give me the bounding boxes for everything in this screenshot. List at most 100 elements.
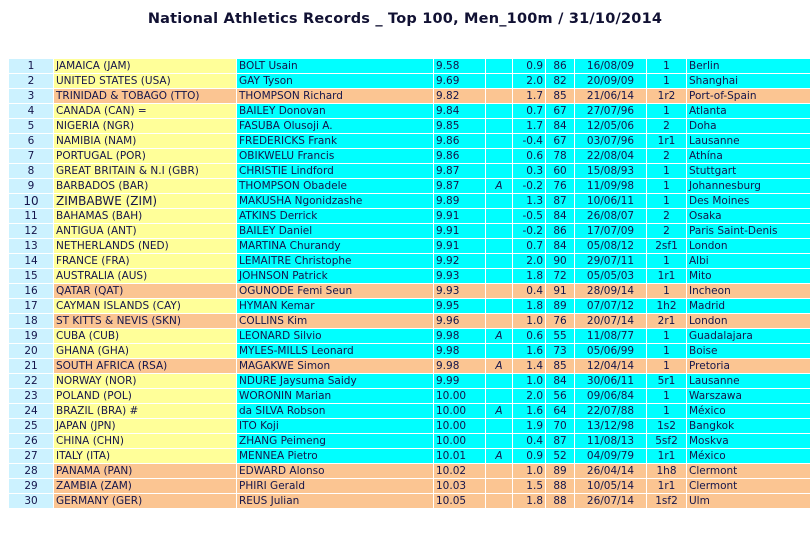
rank-cell: 18: [9, 314, 53, 328]
table-row[interactable]: 27 ITALY (ITA) MENNEA Pietro 10.01 A 0.9 52 04/…: [9, 449, 810, 463]
time-cell: 9.69: [434, 74, 485, 88]
table-row[interactable]: 25 JAPAN (JPN) ITO Koji 10.00 1.9 70 13/12/98 1…: [9, 419, 810, 433]
wind-cell: -0.5: [513, 209, 545, 223]
table-row[interactable]: 1 JAMAICA (JAM) BOLT Usain 9.58 0.9 86 16/08/0…: [9, 59, 810, 73]
athlete-cell: GAY Tyson: [237, 74, 433, 88]
table-row[interactable]: 11 BAHAMAS (BAH) ATKINS Derrick 9.91 -0.5 84 2…: [9, 209, 810, 223]
altitude-cell: [486, 119, 512, 133]
nation-cell: GHANA (GHA): [54, 344, 236, 358]
wind-cell: 0.4: [513, 284, 545, 298]
venue-cell: Moskva: [687, 434, 810, 448]
table-row[interactable]: 18 ST KITTS & NEVIS (SKN) COLLINS Kim 9.96 1…: [9, 314, 810, 328]
date-cell: 29/07/11: [575, 254, 646, 268]
rank-cell: 5: [9, 119, 53, 133]
venue-cell: Clermont: [687, 464, 810, 478]
altitude-cell: A: [486, 359, 512, 373]
rank-cell: 1: [9, 59, 53, 73]
table-row[interactable]: 29 ZAMBIA (ZAM) PHIRI Gerald 10.03 1.5 88 10/0…: [9, 479, 810, 493]
table-row[interactable]: 9 BARBADOS (BAR) THOMPSON Obadele 9.87 A -0.2…: [9, 179, 810, 193]
altitude-cell: [486, 89, 512, 103]
table-row[interactable]: 16 QATAR (QAT) OGUNODE Femi Seun 9.93 0.4 91 2…: [9, 284, 810, 298]
rank-cell: 25: [9, 419, 53, 433]
table-row[interactable]: 10 ZIMBABWE (ZIM) MAKUSHA Ngonidzashe 9.89 1…: [9, 194, 810, 208]
table-row[interactable]: 3 TRINIDAD & TOBAGO (TTO) THOMPSON Richard…: [9, 89, 810, 103]
time-cell: 9.87: [434, 164, 485, 178]
table-row[interactable]: 2 UNITED STATES (USA) GAY Tyson 9.69 2.0 82 20…: [9, 74, 810, 88]
table-row[interactable]: 8 GREAT BRITAIN & N.I (GBR) CHRISTIE Lindf…: [9, 164, 810, 178]
table-row[interactable]: 24 BRAZIL (BRA) # da SILVA Robson 10.00 A 1.6…: [9, 404, 810, 418]
rank-cell: 30: [9, 494, 53, 508]
table-row[interactable]: 23 POLAND (POL) WORONIN Marian 10.00 2.0 56 09…: [9, 389, 810, 403]
time-cell: 9.99: [434, 374, 485, 388]
born-year-cell: 73: [546, 344, 574, 358]
altitude-cell: A: [486, 329, 512, 343]
venue-cell: Osaka: [687, 209, 810, 223]
position-cell: 1r2: [647, 89, 686, 103]
venue-cell: Lausanne: [687, 374, 810, 388]
born-year-cell: 85: [546, 89, 574, 103]
table-row[interactable]: 7 PORTUGAL (POR) OBIKWELU Francis 9.86 0.6 78…: [9, 149, 810, 163]
table-row[interactable]: 20 GHANA (GHA) MYLES-MILLS Leonard 9.98 1.6 7…: [9, 344, 810, 358]
time-cell: 9.95: [434, 299, 485, 313]
date-cell: 07/07/12: [575, 299, 646, 313]
nation-cell: ZAMBIA (ZAM): [54, 479, 236, 493]
table-row[interactable]: 14 FRANCE (FRA) LEMAITRE Christophe 9.92 2.0…: [9, 254, 810, 268]
date-cell: 16/08/09: [575, 59, 646, 73]
time-cell: 10.00: [434, 404, 485, 418]
born-year-cell: 84: [546, 119, 574, 133]
altitude-cell: [486, 344, 512, 358]
date-cell: 17/07/09: [575, 224, 646, 238]
table-row[interactable]: 13 NETHERLANDS (NED) MARTINA Churandy 9.91 0…: [9, 239, 810, 253]
athlete-cell: NDURE Jaysuma Saidy: [237, 374, 433, 388]
rank-cell: 11: [9, 209, 53, 223]
table-row[interactable]: 19 CUBA (CUB) LEONARD Silvio 9.98 A 0.6 55 11/0…: [9, 329, 810, 343]
date-cell: 10/05/14: [575, 479, 646, 493]
table-row[interactable]: 26 CHINA (CHN) ZHANG Peimeng 10.00 0.4 87 11/0…: [9, 434, 810, 448]
time-cell: 9.98: [434, 344, 485, 358]
athlete-cell: MARTINA Churandy: [237, 239, 433, 253]
athlete-cell: COLLINS Kim: [237, 314, 433, 328]
venue-cell: Atlanta: [687, 104, 810, 118]
rank-cell: 8: [9, 164, 53, 178]
wind-cell: 1.8: [513, 299, 545, 313]
table-row[interactable]: 21 SOUTH AFRICA (RSA) MAGAKWE Simon 9.98 A 1.…: [9, 359, 810, 373]
venue-cell: Port-of-Spain: [687, 89, 810, 103]
venue-cell: Clermont: [687, 479, 810, 493]
wind-cell: 0.4: [513, 434, 545, 448]
date-cell: 26/07/14: [575, 494, 646, 508]
rank-cell: 16: [9, 284, 53, 298]
born-year-cell: 67: [546, 134, 574, 148]
table-row[interactable]: 12 ANTIGUA (ANT) BAILEY Daniel 9.91 -0.2 86 17…: [9, 224, 810, 238]
table-row[interactable]: 22 NORWAY (NOR) NDURE Jaysuma Saidy 9.99 1.0…: [9, 374, 810, 388]
venue-cell: Guadalajara: [687, 329, 810, 343]
altitude-cell: A: [486, 179, 512, 193]
born-year-cell: 72: [546, 269, 574, 283]
position-cell: 1: [647, 344, 686, 358]
born-year-cell: 60: [546, 164, 574, 178]
athlete-cell: BAILEY Daniel: [237, 224, 433, 238]
nation-cell: NORWAY (NOR): [54, 374, 236, 388]
position-cell: 1: [647, 389, 686, 403]
nation-cell: CUBA (CUB): [54, 329, 236, 343]
altitude-cell: [486, 164, 512, 178]
time-cell: 9.87: [434, 179, 485, 193]
wind-cell: 1.8: [513, 269, 545, 283]
nation-cell: BAHAMAS (BAH): [54, 209, 236, 223]
nation-cell: BRAZIL (BRA) #: [54, 404, 236, 418]
table-row[interactable]: 15 AUSTRALIA (AUS) JOHNSON Patrick 9.93 1.8 7…: [9, 269, 810, 283]
table-row[interactable]: 4 CANADA (CAN) = BAILEY Donovan 9.84 0.7 67 27…: [9, 104, 810, 118]
time-cell: 10.05: [434, 494, 485, 508]
venue-cell: Mito: [687, 269, 810, 283]
born-year-cell: 84: [546, 374, 574, 388]
wind-cell: 1.7: [513, 119, 545, 133]
altitude-cell: [486, 419, 512, 433]
table-row[interactable]: 28 PANAMA (PAN) EDWARD Alonso 10.02 1.0 89 26/…: [9, 464, 810, 478]
nation-cell: PORTUGAL (POR): [54, 149, 236, 163]
table-row[interactable]: 5 NIGERIA (NGR) FASUBA Olusoji A. 9.85 1.7 84…: [9, 119, 810, 133]
table-row[interactable]: 17 CAYMAN ISLANDS (CAY) HYMAN Kemar 9.95 1.8…: [9, 299, 810, 313]
time-cell: 9.82: [434, 89, 485, 103]
table-row[interactable]: 6 NAMIBIA (NAM) FREDERICKS Frank 9.86 -0.4 67…: [9, 134, 810, 148]
nation-cell: GERMANY (GER): [54, 494, 236, 508]
table-row[interactable]: 30 GERMANY (GER) REUS Julian 10.05 1.8 88 26/0…: [9, 494, 810, 508]
born-year-cell: 76: [546, 179, 574, 193]
